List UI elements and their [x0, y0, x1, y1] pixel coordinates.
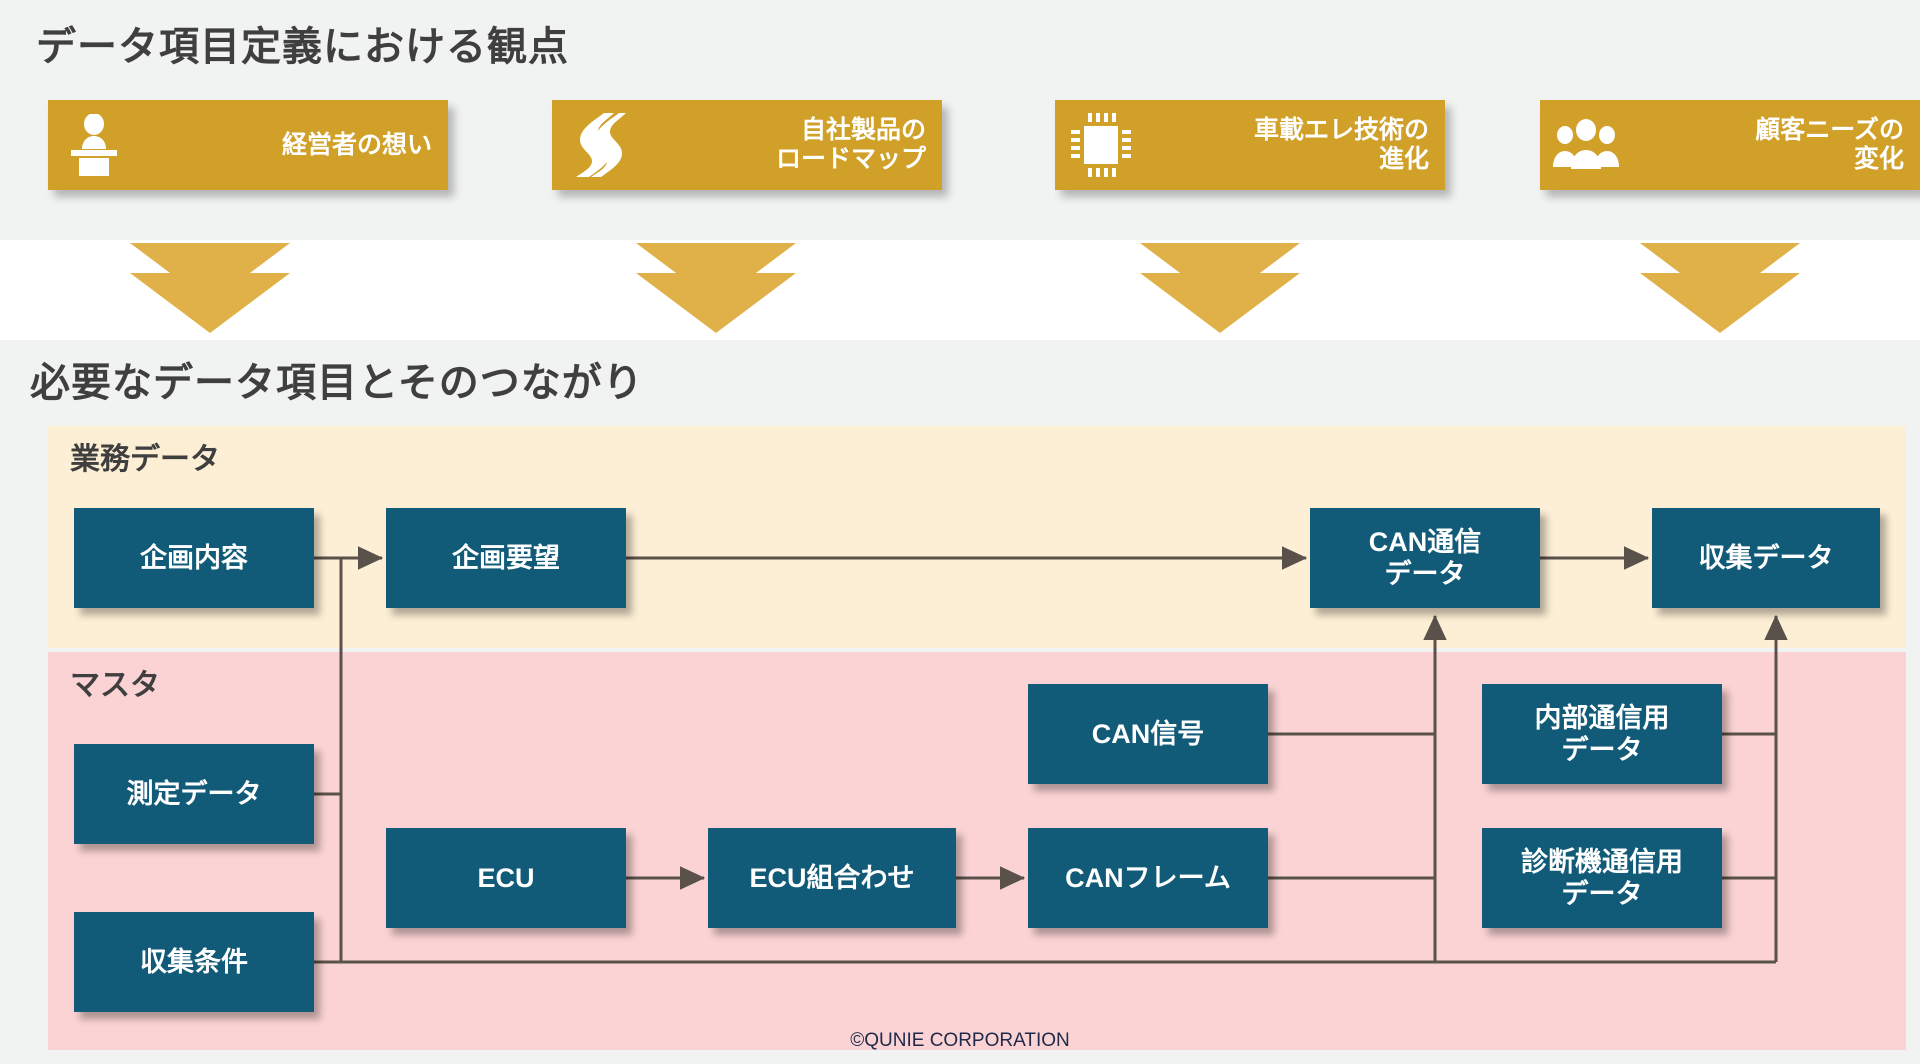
node-label: 企画要望 [452, 542, 560, 573]
microchip-icon [1055, 110, 1147, 180]
factor-card-1[interactable]: 経営者の想い [48, 100, 448, 190]
flow-arrow-1 [130, 243, 290, 333]
node-label: 収集データ [1698, 542, 1834, 573]
node-kikaku-naiyo[interactable]: 企画内容 [74, 508, 314, 608]
node-ecu[interactable]: ECU [386, 828, 626, 928]
flow-arrow-3 [1140, 243, 1300, 333]
node-label: ECU組合わせ [749, 862, 915, 893]
road-map-icon [552, 112, 644, 178]
node-label: 測定データ [126, 778, 262, 809]
node-shushu-joken[interactable]: 収集条件 [74, 912, 314, 1012]
node-label: 内部通信用 データ [1534, 702, 1670, 765]
node-label: CAN信号 [1091, 718, 1205, 749]
band-label-business: 業務データ [70, 443, 220, 476]
executive-podium-icon [48, 114, 140, 176]
flow-arrow-2 [636, 243, 796, 333]
data-items-title: 必要なデータ項目とそのつながり [30, 361, 644, 405]
node-label: 収集条件 [140, 946, 248, 977]
perspectives-title: データ項目定義における観点 [36, 25, 569, 69]
perspectives-panel: データ項目定義における観点 経営者の想い 自社製品の ロードマップ 車載エレ技術の … [0, 0, 1920, 333]
node-label: CAN通信 データ [1368, 526, 1482, 589]
node-naibu-tsushin[interactable]: 内部通信用 データ [1482, 684, 1722, 784]
node-can-frame[interactable]: CANフレーム [1028, 828, 1268, 928]
factor-card-label: 顧客ニーズの 変化 [1755, 116, 1904, 173]
node-shushu-data[interactable]: 収集データ [1652, 508, 1880, 608]
node-label: 企画内容 [140, 542, 248, 573]
node-shindan-tsushin[interactable]: 診断機通信用 データ [1482, 828, 1722, 928]
node-sokutei-data[interactable]: 測定データ [74, 744, 314, 844]
band-label-master: マスタ [70, 669, 160, 702]
factor-card-label: 経営者の想い [281, 130, 432, 159]
factor-card-4[interactable]: 顧客ニーズの 変化 [1540, 100, 1920, 190]
flow-arrow-4 [1640, 243, 1800, 333]
band-business-data: 業務データ [48, 426, 1906, 648]
node-label: CANフレーム [1065, 862, 1231, 893]
factor-card-3[interactable]: 車載エレ技術の 進化 [1055, 100, 1445, 190]
customers-group-icon [1540, 119, 1632, 171]
copyright-footer: ©QUNIE CORPORATION [850, 1030, 1070, 1051]
node-kikaku-yobo[interactable]: 企画要望 [386, 508, 626, 608]
node-can-shingo[interactable]: CAN信号 [1028, 684, 1268, 784]
factor-card-label: 自社製品の ロードマップ [775, 116, 926, 173]
node-can-tsushin[interactable]: CAN通信 データ [1310, 508, 1540, 608]
node-label: ECU [477, 862, 535, 893]
factor-card-label: 車載エレ技術の 進化 [1253, 116, 1429, 173]
factor-card-2[interactable]: 自社製品の ロードマップ [552, 100, 942, 190]
node-ecu-kumiawase[interactable]: ECU組合わせ [708, 828, 956, 928]
node-label: 診断機通信用 データ [1521, 846, 1683, 909]
